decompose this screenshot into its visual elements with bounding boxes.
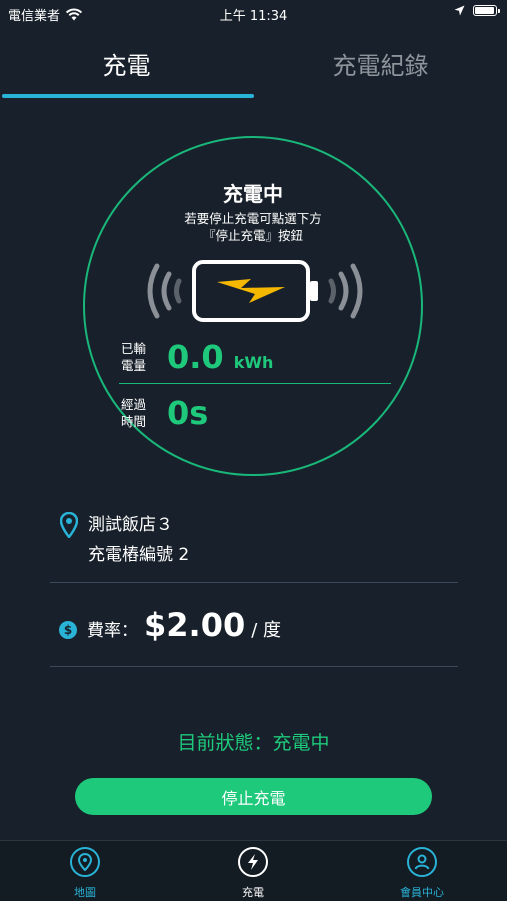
nav-item-charging[interactable]: 充電 — [193, 847, 313, 900]
current-status: 目前狀態：充電中 — [177, 732, 330, 754]
map-pin-icon — [70, 847, 100, 877]
elapsed-time-metric: 經過 時間 0s — [121, 394, 208, 432]
stop-hint-line1: 若要停止充電可點選下方 — [184, 211, 322, 226]
energy-unit: kWh — [233, 352, 274, 372]
nav-item-member-center[interactable]: 會員中心 — [362, 847, 482, 900]
lightning-icon — [238, 847, 268, 877]
battery-status-icon — [473, 5, 500, 16]
stop-charging-button[interactable]: 停止充電 — [75, 778, 432, 815]
charging-status-ring: 充電中 若要停止充電可點選下方 『停止充電』按鈕 已輸 電量 0.0 kWh 經… — [83, 136, 423, 476]
station-name: 測試飯店３ — [88, 515, 173, 535]
stop-hint-line2: 『停止充電』按鈕 — [202, 228, 303, 243]
stop-hint: 若要停止充電可點選下方 『停止充電』按鈕 — [85, 210, 421, 244]
rate-value: $2.00 — [144, 606, 246, 644]
section-divider — [50, 582, 458, 583]
energy-metric: 已輸 電量 0.0 kWh — [121, 338, 273, 376]
section-divider — [50, 666, 458, 667]
energy-label-line2: 電量 — [121, 358, 147, 373]
nav-label-member-center: 會員中心 — [400, 886, 444, 899]
energy-label-line1: 已輸 — [121, 341, 147, 356]
status-bar: 電信業者 上午 11:34 — [0, 0, 507, 28]
location-arrow-icon — [454, 5, 465, 16]
rate-row: $ 費率： $2.00 / 度 — [59, 606, 281, 644]
map-pin-icon — [60, 512, 78, 538]
charging-battery-icon — [147, 260, 363, 322]
clock: 上午 11:34 — [219, 9, 288, 24]
rate-unit: / 度 — [251, 620, 282, 641]
nav-label-map: 地圖 — [74, 886, 96, 899]
rate-label: 費率： — [87, 621, 138, 641]
charging-title: 充電中 — [223, 182, 283, 206]
tab-charging-history[interactable]: 充電紀錄 — [254, 30, 507, 96]
nav-item-map[interactable]: 地圖 — [25, 847, 145, 900]
energy-value: 0.0 — [167, 338, 224, 376]
elapsed-time-value: 0s — [167, 394, 209, 432]
time-label-line2: 時間 — [121, 414, 147, 429]
time-label-line1: 經過 — [121, 397, 147, 412]
user-icon — [407, 847, 437, 877]
nav-label-charging: 充電 — [242, 886, 264, 899]
active-tab-indicator — [2, 94, 254, 98]
metric-divider — [119, 383, 391, 384]
charger-number: 充電樁編號 2 — [88, 545, 190, 565]
bottom-nav: 地圖 充電 會員中心 — [0, 840, 507, 901]
tab-bar: 充電 充電紀錄 — [0, 30, 507, 98]
tab-charging[interactable]: 充電 — [0, 30, 253, 96]
dollar-icon: $ — [59, 621, 77, 639]
